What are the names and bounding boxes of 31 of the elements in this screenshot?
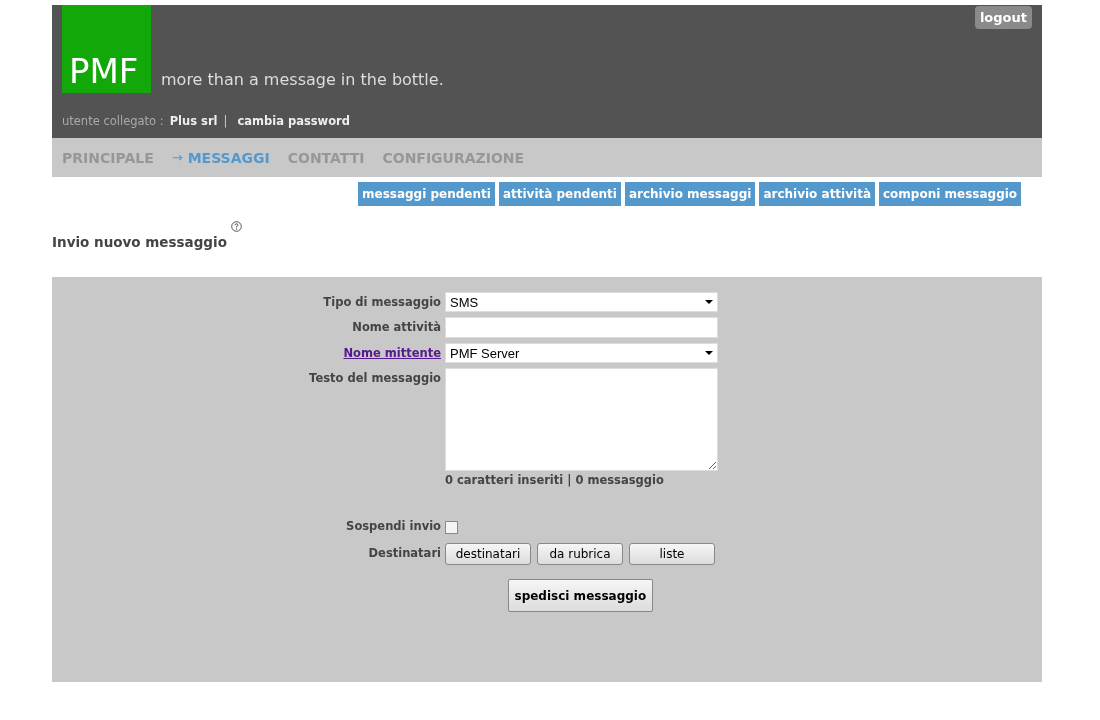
field-label: Tipo di messaggio [323,295,441,309]
recipient-button[interactable]: destinatari [445,543,531,565]
input-field[interactable] [445,317,718,338]
tagline: more than a message in the bottle. [161,70,444,89]
subnav-button[interactable]: messaggi pendenti [358,182,495,206]
logout-button[interactable]: logout [974,6,1032,29]
field-label: Nome attività [352,320,441,334]
dropdown[interactable]: SMS [445,292,718,312]
logo: PMF [62,5,151,93]
arrow-icon: → [171,150,183,165]
subnav-button[interactable]: attività pendenti [498,182,621,206]
subnav-button[interactable]: archivio messaggi [624,182,756,206]
recipient-button[interactable]: da rubrica [537,543,623,565]
subnav-button[interactable]: archivio attività [759,182,875,206]
field-label: Destinatari [368,546,441,560]
field-label-link[interactable]: Nome mittente [343,346,441,360]
help-icon[interactable] [230,221,242,232]
send-message-button[interactable]: spedisci messaggio [507,579,653,612]
character-counter: 0 caratteri inseriti | 0 messasggio [445,473,665,487]
user-name: Plus srl [169,114,218,128]
subnav-button[interactable]: componi messaggio [879,182,1022,206]
recipient-button[interactable]: liste [629,543,715,565]
user-label: utente collegato : [62,114,164,128]
nav-tab[interactable]: MESSAGGI [187,149,270,166]
dropdown[interactable]: PMF Server [445,343,718,363]
separator: | [223,114,228,128]
field-label: Sospendi invio [346,519,441,533]
change-password-link[interactable]: cambia password [237,114,350,128]
checkbox[interactable] [445,521,458,534]
field-label: Testo del messaggio [309,371,441,385]
page-title: Invio nuovo messaggio [52,234,227,250]
